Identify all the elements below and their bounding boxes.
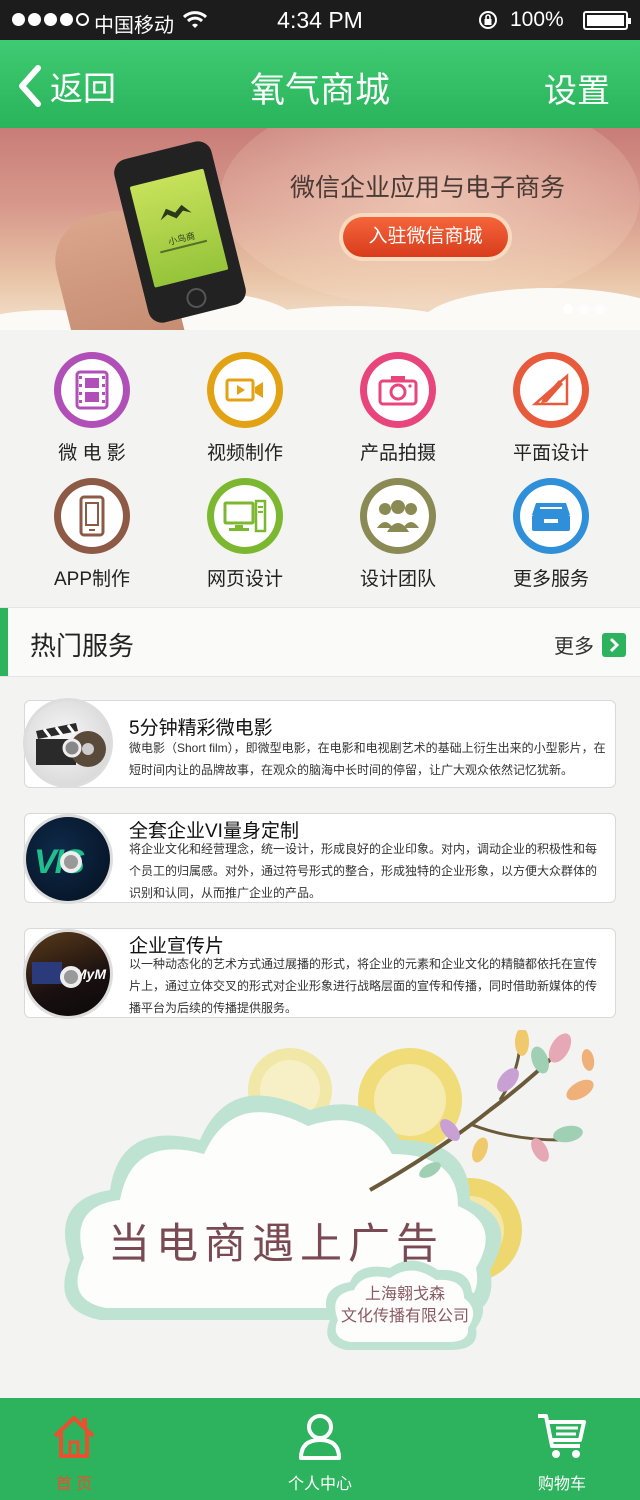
bird-logo-icon: [160, 204, 192, 221]
pager-dot[interactable]: [579, 304, 589, 314]
team-icon: [377, 500, 419, 532]
phone-icon: [79, 495, 105, 537]
video-camera-icon: [225, 378, 263, 402]
hot-services-header: 热门服务 更多: [0, 607, 640, 677]
more-services-link[interactable]: 更多: [554, 630, 626, 659]
service-description: 微电影（Short film），即微型电影，在电影和电视剧艺术的基础上衍生出来的…: [129, 741, 606, 777]
tab-label: 购物车: [537, 1476, 586, 1493]
grid-item-product-photography[interactable]: 产品拍摄: [328, 352, 468, 465]
nav-bar: 返回 氧气商城 设置: [0, 40, 640, 128]
banner-slogan: 微信企业应用与电子商务: [290, 174, 566, 202]
tab-profile[interactable]: 个人中心: [240, 1398, 400, 1500]
promo-banner[interactable]: 小鸟商 微信企业应用与电子商务: [0, 128, 640, 330]
settings-button[interactable]: 设置: [544, 64, 610, 112]
battery-icon: [583, 11, 631, 30]
rotation-lock-icon: [479, 11, 497, 29]
grid-label: 视频制作: [206, 443, 283, 464]
grid-item-video-production[interactable]: 视频制作: [175, 352, 315, 465]
inbox-tray-icon: [532, 503, 570, 531]
grid-label: 更多服务: [512, 569, 589, 590]
pen-design-icon: [531, 373, 569, 406]
pager-dot[interactable]: [595, 304, 605, 314]
grid-label: 微 电 影: [58, 443, 126, 464]
camera-icon: [378, 376, 418, 406]
desktop-computer-icon: [223, 499, 267, 533]
status-bar: 中国移动 4:34 PM 100%: [0, 0, 640, 40]
cart-icon: [538, 1414, 586, 1458]
tab-label: 首 页: [55, 1476, 93, 1493]
vis-logo-image: VIS: [23, 814, 113, 904]
clapperboard-reel-image: [23, 698, 113, 788]
join-mall-button[interactable]: 入驻微信商城: [343, 217, 508, 257]
tab-cart[interactable]: 购物车: [482, 1398, 640, 1500]
promo-video-image: MyM: [23, 929, 113, 1019]
grid-label: 产品拍摄: [359, 443, 436, 464]
grid-label: 设计团队: [359, 569, 436, 590]
grid-label: APP制作: [53, 569, 131, 590]
tab-label: 个人中心: [287, 1476, 352, 1493]
section-accent-bar: [0, 608, 8, 676]
film-icon: [75, 370, 109, 410]
bottom-tab-bar: 首 页 个人中心 购物车: [0, 1398, 640, 1500]
user-icon: [299, 1414, 341, 1460]
section-title: 热门服务: [30, 631, 135, 661]
more-label: 更多: [554, 636, 594, 658]
grid-label: 平面设计: [512, 443, 589, 464]
service-description: 将企业文化和经营理念，统一设计，形成良好的企业印象。对内，调动企业的积极性和每个…: [129, 842, 598, 900]
home-icon: [53, 1416, 95, 1458]
service-description: 以一种动态化的艺术方式通过展播的形式，将企业的元素和企业文化的精髓都依托在宣传片…: [129, 957, 598, 1015]
grid-item-micro-film[interactable]: 微 电 影: [22, 352, 162, 465]
chevron-right-icon: [602, 632, 626, 657]
service-title: 5分钟精彩微电影: [129, 718, 273, 739]
company-line-1: 上海翱戈森: [364, 1286, 445, 1303]
promo-illustration: 当电商遇上广告 上海翱戈森 文化传播有限公司: [40, 1028, 640, 1390]
promo-headline: 当电商遇上广告: [108, 1219, 445, 1268]
phone-app-name: 小鸟商: [167, 230, 197, 247]
grid-item-graphic-design[interactable]: 平面设计: [481, 352, 621, 465]
pager-dot[interactable]: [563, 304, 573, 314]
tab-home[interactable]: 首 页: [0, 1398, 154, 1500]
phone-screen: 小鸟商: [129, 168, 229, 288]
company-line-2: 文化传播有限公司: [340, 1308, 469, 1325]
service-card-micro-film[interactable]: 5分钟精彩微电影 微电影（Short film），即微型电影，在电影和电视剧艺术…: [23, 698, 616, 788]
grid-item-more-services[interactable]: 更多服务: [481, 478, 621, 591]
phone-home-button: [184, 285, 209, 311]
battery-percent: 100%: [510, 8, 564, 31]
grid-item-app-development[interactable]: APP制作: [22, 478, 162, 591]
company-name: 上海翱戈森 文化传播有限公司: [340, 1284, 470, 1328]
grid-label: 网页设计: [206, 569, 283, 590]
service-card-promo-video[interactable]: MyM 企业宣传片 以一种动态化的艺术方式通过展播的形式，将企业的元素和企业文化…: [23, 928, 616, 1019]
grid-item-design-team[interactable]: 设计团队: [328, 478, 468, 591]
grid-item-web-design[interactable]: 网页设计: [175, 478, 315, 591]
service-card-vi-design[interactable]: VIS 全套企业VI量身定制 将企业文化和经营理念，统一设计，形成良好的企业印象…: [23, 813, 616, 904]
banner-pager[interactable]: [563, 304, 605, 314]
